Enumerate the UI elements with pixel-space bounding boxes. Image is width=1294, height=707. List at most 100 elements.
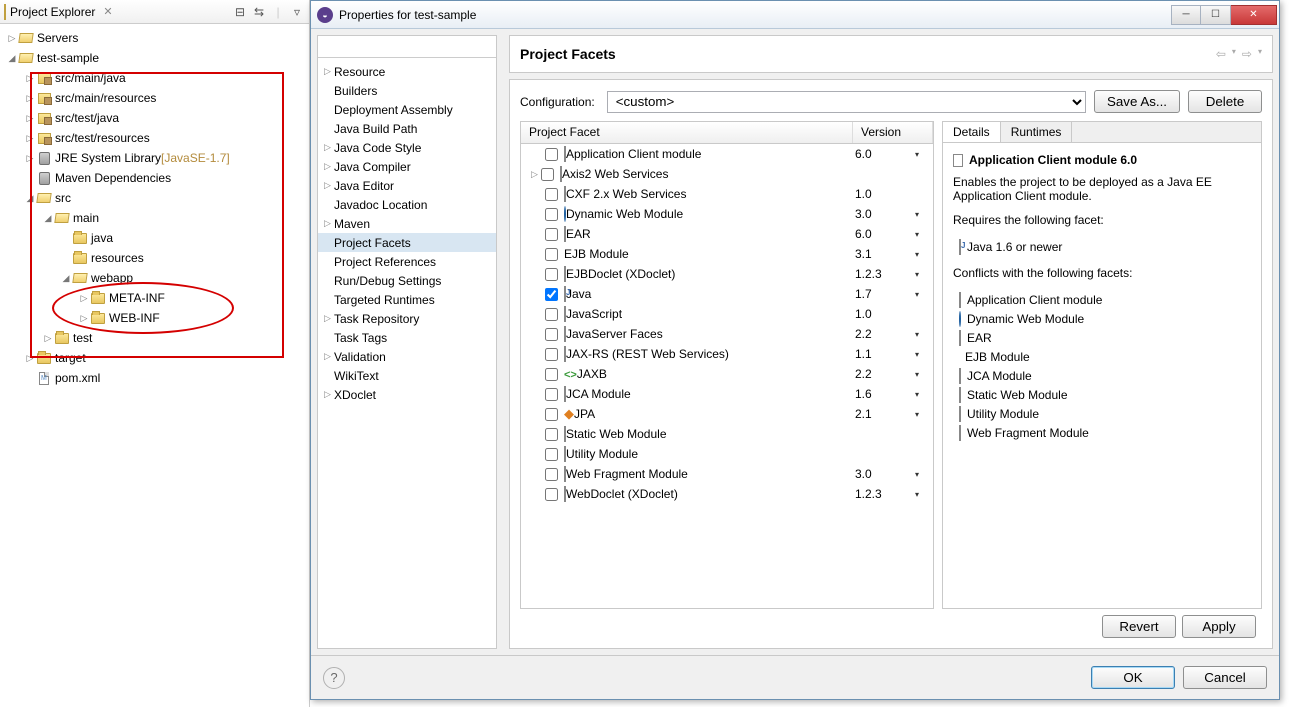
tree-item[interactable]: ◢webapp <box>0 268 309 288</box>
ok-button[interactable]: OK <box>1091 666 1175 689</box>
maximize-button[interactable]: ☐ <box>1201 5 1231 25</box>
tree-item[interactable]: ◢src <box>0 188 309 208</box>
category-item[interactable]: Builders <box>318 81 496 100</box>
facet-checkbox[interactable] <box>545 368 558 381</box>
facet-checkbox[interactable] <box>545 288 558 301</box>
tree-item[interactable]: resources <box>0 248 309 268</box>
category-item[interactable]: ▷Java Editor <box>318 176 496 195</box>
forward-drop-icon[interactable]: ▾ <box>1258 47 1262 61</box>
facet-checkbox[interactable] <box>541 168 554 181</box>
expand-arrow-icon[interactable]: ▷ <box>24 353 36 364</box>
expand-arrow-icon[interactable]: ◢ <box>6 53 18 64</box>
cancel-button[interactable]: Cancel <box>1183 666 1267 689</box>
tree-item[interactable]: ▷Servers <box>0 28 309 48</box>
category-item[interactable]: Javadoc Location <box>318 195 496 214</box>
category-item[interactable]: ▷Validation <box>318 347 496 366</box>
facet-checkbox[interactable] <box>545 148 558 161</box>
project-tree[interactable]: ▷Servers◢test-sample▷src/main/java▷src/m… <box>0 24 309 392</box>
expand-arrow-icon[interactable]: ▷ <box>24 133 36 144</box>
category-item[interactable]: Targeted Runtimes <box>318 290 496 309</box>
facet-row[interactable]: JCA Module1.6▾ <box>521 384 933 404</box>
back-drop-icon[interactable]: ▾ <box>1232 47 1236 61</box>
facet-row[interactable]: CXF 2.x Web Services1.0 <box>521 184 933 204</box>
help-icon[interactable]: ? <box>323 667 345 689</box>
facet-checkbox[interactable] <box>545 248 558 261</box>
tree-item[interactable]: ▷JRE System Library [JavaSE-1.7] <box>0 148 309 168</box>
version-dropdown-icon[interactable]: ▾ <box>915 290 933 299</box>
facet-row[interactable]: Utility Module <box>521 444 933 464</box>
facet-col-version[interactable]: Version <box>853 122 933 143</box>
expand-arrow-icon[interactable]: ▷ <box>78 293 90 304</box>
expand-arrow-icon[interactable]: ▷ <box>24 113 36 124</box>
version-dropdown-icon[interactable]: ▾ <box>915 350 933 359</box>
expand-arrow-icon[interactable]: ▷ <box>324 218 334 229</box>
tree-item[interactable]: ▷src/test/java <box>0 108 309 128</box>
collapse-all-icon[interactable]: ⊟ <box>232 4 248 20</box>
category-item[interactable]: Task Tags <box>318 328 496 347</box>
expand-arrow-icon[interactable]: ▷ <box>6 33 18 44</box>
expand-arrow-icon[interactable]: ◢ <box>24 193 36 204</box>
expand-arrow-icon[interactable]: ▷ <box>24 93 36 104</box>
tree-item[interactable]: ▷WEB-INF <box>0 308 309 328</box>
facet-row[interactable]: JavaScript1.0 <box>521 304 933 324</box>
category-item[interactable]: Project Facets <box>318 233 496 252</box>
facet-checkbox[interactable] <box>545 228 558 241</box>
facet-row[interactable]: EJB Module3.1▾ <box>521 244 933 264</box>
facet-checkbox[interactable] <box>545 468 558 481</box>
category-item[interactable]: ▷Java Compiler <box>318 157 496 176</box>
facet-row[interactable]: Application Client module6.0▾ <box>521 144 933 164</box>
category-item[interactable]: ▷Java Code Style <box>318 138 496 157</box>
facet-checkbox[interactable] <box>545 488 558 501</box>
facet-row[interactable]: EAR6.0▾ <box>521 224 933 244</box>
facet-checkbox[interactable] <box>545 268 558 281</box>
save-as-button[interactable]: Save As... <box>1094 90 1180 113</box>
tree-item[interactable]: ▷target <box>0 348 309 368</box>
minimize-button[interactable]: ─ <box>1171 5 1201 25</box>
facet-row[interactable]: Dynamic Web Module3.0▾ <box>521 204 933 224</box>
version-dropdown-icon[interactable]: ▾ <box>915 390 933 399</box>
facet-checkbox[interactable] <box>545 448 558 461</box>
version-dropdown-icon[interactable]: ▾ <box>915 210 933 219</box>
category-item[interactable]: Project References <box>318 252 496 271</box>
category-item[interactable]: Deployment Assembly <box>318 100 496 119</box>
expand-arrow-icon[interactable]: ▷ <box>324 142 334 153</box>
facet-checkbox[interactable] <box>545 428 558 441</box>
version-dropdown-icon[interactable]: ▾ <box>915 250 933 259</box>
link-with-editor-icon[interactable]: ⇆ <box>251 4 267 20</box>
facet-row[interactable]: JAX-RS (REST Web Services)1.1▾ <box>521 344 933 364</box>
tree-item[interactable]: ▷META-INF <box>0 288 309 308</box>
version-dropdown-icon[interactable]: ▾ <box>915 370 933 379</box>
facet-checkbox[interactable] <box>545 348 558 361</box>
tree-item[interactable]: ▷src/main/java <box>0 68 309 88</box>
facet-row[interactable]: <>JAXB2.2▾ <box>521 364 933 384</box>
expand-arrow-icon[interactable]: ◢ <box>60 273 72 284</box>
tab-details[interactable]: Details <box>943 122 1001 142</box>
category-item[interactable]: Run/Debug Settings <box>318 271 496 290</box>
expand-arrow-icon[interactable]: ▷ <box>324 389 334 400</box>
tree-item[interactable]: ▷src/test/resources <box>0 128 309 148</box>
tree-item[interactable]: ◢test-sample <box>0 48 309 68</box>
version-dropdown-icon[interactable]: ▾ <box>915 230 933 239</box>
facet-row[interactable]: Web Fragment Module3.0▾ <box>521 464 933 484</box>
forward-icon[interactable]: ⇨ <box>1242 47 1252 61</box>
facet-col-name[interactable]: Project Facet <box>521 122 853 143</box>
version-dropdown-icon[interactable]: ▾ <box>915 410 933 419</box>
facet-checkbox[interactable] <box>545 308 558 321</box>
configuration-select[interactable]: <custom> <box>607 91 1086 113</box>
expand-arrow-icon[interactable]: ▷ <box>24 153 36 164</box>
tree-item[interactable]: ◢main <box>0 208 309 228</box>
facet-row[interactable]: Static Web Module <box>521 424 933 444</box>
filter-input[interactable] <box>318 36 496 58</box>
tree-item[interactable]: Maven Dependencies <box>0 168 309 188</box>
category-item[interactable]: ▷Resource <box>318 62 496 81</box>
category-item[interactable]: Java Build Path <box>318 119 496 138</box>
facet-checkbox[interactable] <box>545 328 558 341</box>
category-item[interactable]: ▷Maven <box>318 214 496 233</box>
category-item[interactable]: ▷Task Repository <box>318 309 496 328</box>
close-button[interactable]: ✕ <box>1231 5 1277 25</box>
expand-arrow-icon[interactable]: ▷ <box>78 313 90 324</box>
expand-arrow-icon[interactable]: ▷ <box>324 161 334 172</box>
facet-checkbox[interactable] <box>545 408 558 421</box>
expand-arrow-icon[interactable]: ▷ <box>324 351 334 362</box>
facet-checkbox[interactable] <box>545 188 558 201</box>
